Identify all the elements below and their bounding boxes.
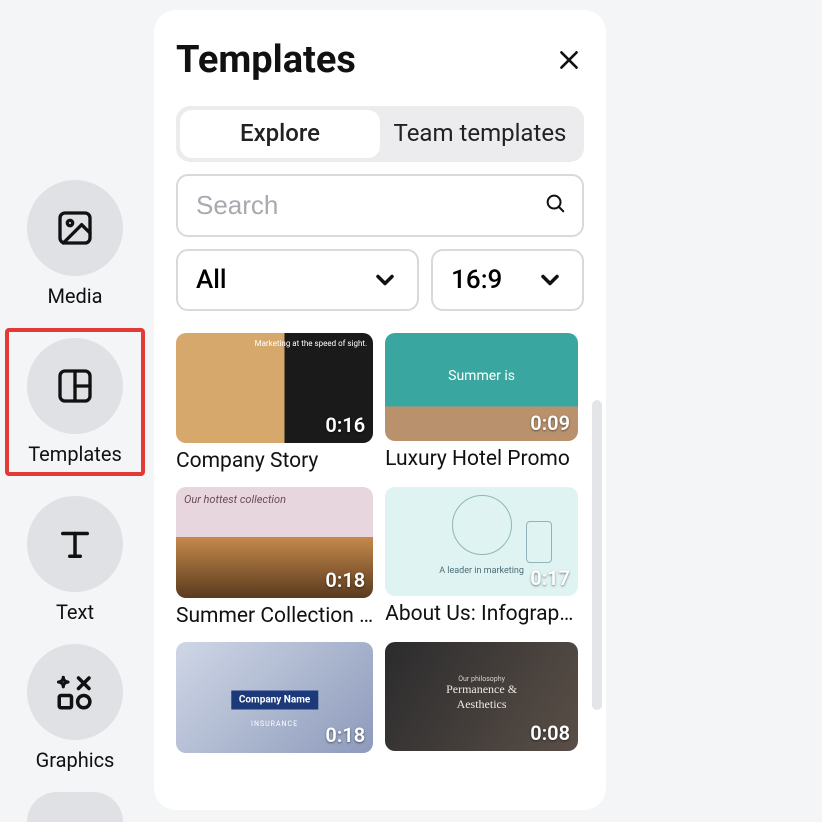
duration-badge: 0:08 — [530, 721, 570, 745]
ratio-dropdown[interactable]: 16:9 — [431, 249, 584, 311]
templates-grid: Marketing at the speed of sight. 0:16 Co… — [176, 333, 584, 754]
category-value: All — [196, 265, 227, 295]
sidebar-item-text[interactable]: Text — [25, 496, 125, 624]
template-card[interactable]: Company Name INSURANCE 0:18 — [176, 642, 373, 753]
template-title: Company Story — [176, 449, 373, 473]
sidebar-label-media: Media — [47, 284, 102, 308]
thumb-overlay-text: Marketing at the speed of sight. — [255, 339, 368, 348]
template-title: Luxury Hotel Promo — [385, 447, 578, 471]
search-wrap — [176, 174, 584, 237]
duration-badge: 0:09 — [530, 411, 570, 435]
duration-badge: 0:17 — [530, 566, 570, 590]
template-card[interactable]: Our philosophy Permanence & Aesthetics 0… — [385, 642, 578, 753]
template-thumbnail: Our hottest collection 0:18 — [176, 487, 373, 598]
media-icon — [27, 180, 123, 276]
text-icon — [27, 496, 123, 592]
sidebar-label-templates: Templates — [28, 442, 122, 466]
sidebar-item-media[interactable]: Media — [25, 180, 125, 308]
ratio-value: 16:9 — [451, 265, 502, 295]
tabs: Explore Team templates — [176, 106, 584, 162]
scrollbar-thumb[interactable] — [592, 400, 602, 710]
duration-badge: 0:18 — [325, 723, 365, 747]
templates-panel: Templates Explore Team templates All 16:… — [154, 10, 606, 810]
panel-title: Templates — [176, 38, 356, 82]
template-card[interactable]: Marketing at the speed of sight. 0:16 Co… — [176, 333, 373, 474]
search-input[interactable] — [176, 174, 584, 237]
thumb-overlay-text: Permanence & Aesthetics — [433, 682, 529, 712]
sidebar-item-graphics[interactable]: Graphics — [25, 644, 125, 772]
tab-explore[interactable]: Explore — [180, 110, 380, 158]
template-thumbnail: Marketing at the speed of sight. 0:16 — [176, 333, 373, 444]
thumb-overlay-text: INSURANCE — [251, 720, 298, 728]
search-icon — [544, 192, 566, 218]
chevron-down-icon — [371, 266, 399, 294]
close-button[interactable] — [554, 45, 584, 75]
template-thumbnail: Company Name INSURANCE 0:18 — [176, 642, 373, 753]
thumb-overlay-text: Company Name — [231, 691, 318, 710]
template-card[interactable]: Our hottest collection 0:18 Summer Colle… — [176, 487, 373, 628]
graphic-decor — [526, 521, 552, 563]
sidebar-nav: Media Templates Text Gr — [0, 180, 150, 822]
template-title: About Us: Infograp… — [385, 602, 578, 626]
close-icon — [556, 47, 582, 73]
template-card[interactable]: Summer is 0:09 Luxury Hotel Promo — [385, 333, 578, 474]
duration-badge: 0:18 — [325, 568, 365, 592]
thumb-overlay-text: Summer is — [448, 368, 515, 384]
category-dropdown[interactable]: All — [176, 249, 419, 311]
chevron-down-icon — [536, 266, 564, 294]
graphic-decor — [452, 495, 512, 555]
sidebar-item-partial[interactable] — [27, 792, 123, 822]
thumb-overlay-text: A leader in marketing — [439, 566, 524, 576]
template-thumbnail: Summer is 0:09 — [385, 333, 578, 441]
filters-row: All 16:9 — [176, 249, 584, 311]
sidebar-item-templates[interactable]: Templates — [5, 328, 145, 476]
tab-team-templates[interactable]: Team templates — [380, 110, 580, 158]
thumb-overlay-text: Our hottest collection — [184, 493, 286, 506]
sidebar-label-text: Text — [56, 600, 94, 624]
scrollbar[interactable] — [592, 400, 602, 720]
panel-header: Templates — [176, 38, 584, 82]
duration-badge: 0:16 — [325, 413, 365, 437]
template-thumbnail: A leader in marketing 0:17 — [385, 487, 578, 595]
sidebar-label-graphics: Graphics — [36, 748, 115, 772]
template-title: Summer Collection … — [176, 604, 373, 628]
template-thumbnail: Our philosophy Permanence & Aesthetics 0… — [385, 642, 578, 750]
template-card[interactable]: A leader in marketing 0:17 About Us: Inf… — [385, 487, 578, 628]
templates-icon — [27, 338, 123, 434]
graphics-icon — [27, 644, 123, 740]
